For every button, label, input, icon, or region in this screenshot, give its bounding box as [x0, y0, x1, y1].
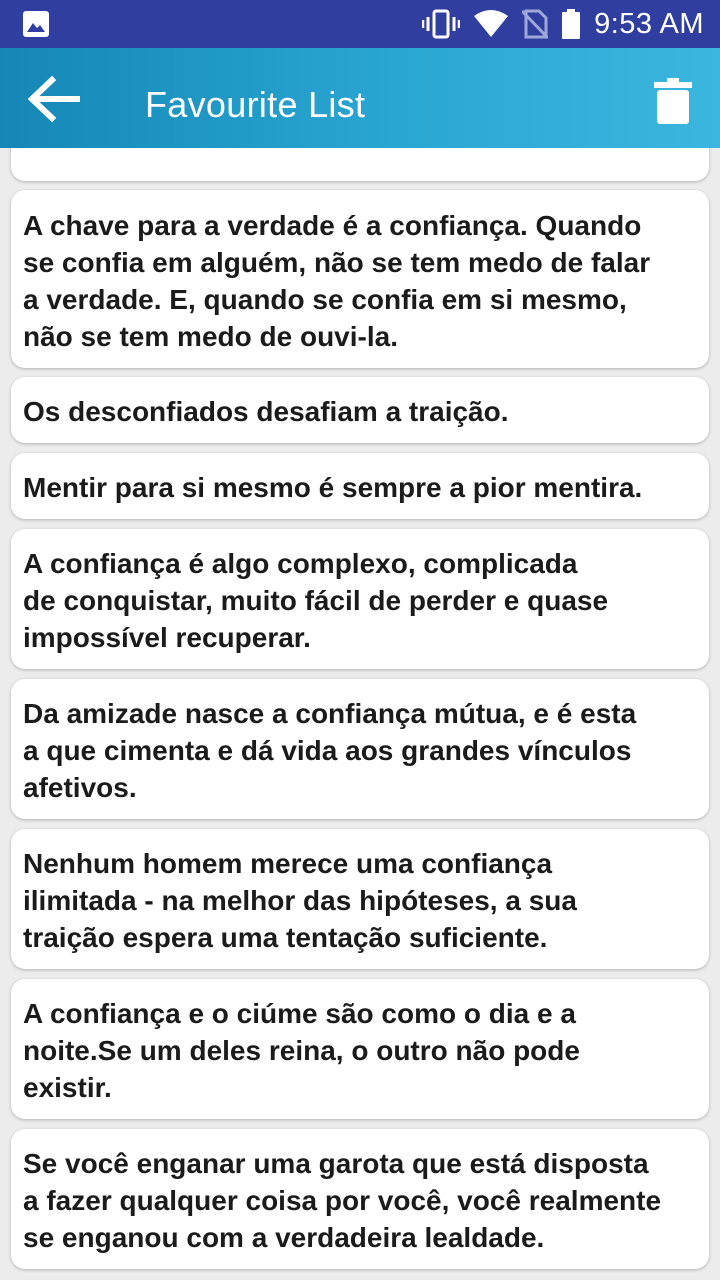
- quote-text: Mentir para si mesmo é sempre a pior men…: [23, 472, 643, 503]
- clock-time: 9:53 AM: [594, 7, 704, 40]
- no-sim-icon: [522, 9, 549, 39]
- list-item[interactable]: Mentir para si mesmo é sempre a pior men…: [11, 453, 709, 519]
- list-item[interactable]: Da amizade nasce a confiança mútua, e é …: [11, 679, 709, 819]
- quote-text: A confiança e o ciúme são como o dia e a…: [23, 998, 580, 1103]
- quote-text: Se você enganar uma garota que está disp…: [23, 1148, 662, 1253]
- list-item[interactable]: A chave para a verdade é a confiança. Qu…: [11, 190, 709, 368]
- list-item[interactable]: [11, 148, 709, 181]
- trash-icon[interactable]: [654, 78, 692, 124]
- wifi-icon: [474, 10, 509, 37]
- quote-text: Nenhum homem merece uma confiança ilimit…: [23, 848, 577, 953]
- quote-text: A confiança é algo complexo, complicada …: [23, 548, 609, 653]
- quote-text: Os desconfiados desafiam a traição.: [23, 396, 509, 427]
- battery-icon: [562, 9, 581, 39]
- vibrate-icon: [422, 9, 461, 39]
- list-item[interactable]: Se você enganar uma garota que está disp…: [11, 1129, 709, 1269]
- favourite-list[interactable]: A chave para a verdade é a confiança. Qu…: [0, 148, 720, 1280]
- list-item[interactable]: Nenhum homem merece uma confiança ilimit…: [11, 829, 709, 969]
- back-arrow-icon[interactable]: [26, 74, 84, 124]
- list-item[interactable]: Os desconfiados desafiam a traição.: [11, 377, 709, 443]
- page-title: Favourite List: [145, 84, 366, 125]
- image-icon: [23, 11, 49, 37]
- list-item[interactable]: A confiança é algo complexo, complicada …: [11, 529, 709, 669]
- quote-text: Da amizade nasce a confiança mútua, e é …: [23, 698, 637, 803]
- quote-text: A chave para a verdade é a confiança. Qu…: [23, 210, 651, 352]
- app-bar: Favourite List: [0, 48, 720, 148]
- status-bar: 9:53 AM: [0, 0, 720, 48]
- list-item[interactable]: A confiança e o ciúme são como o dia e a…: [11, 979, 709, 1119]
